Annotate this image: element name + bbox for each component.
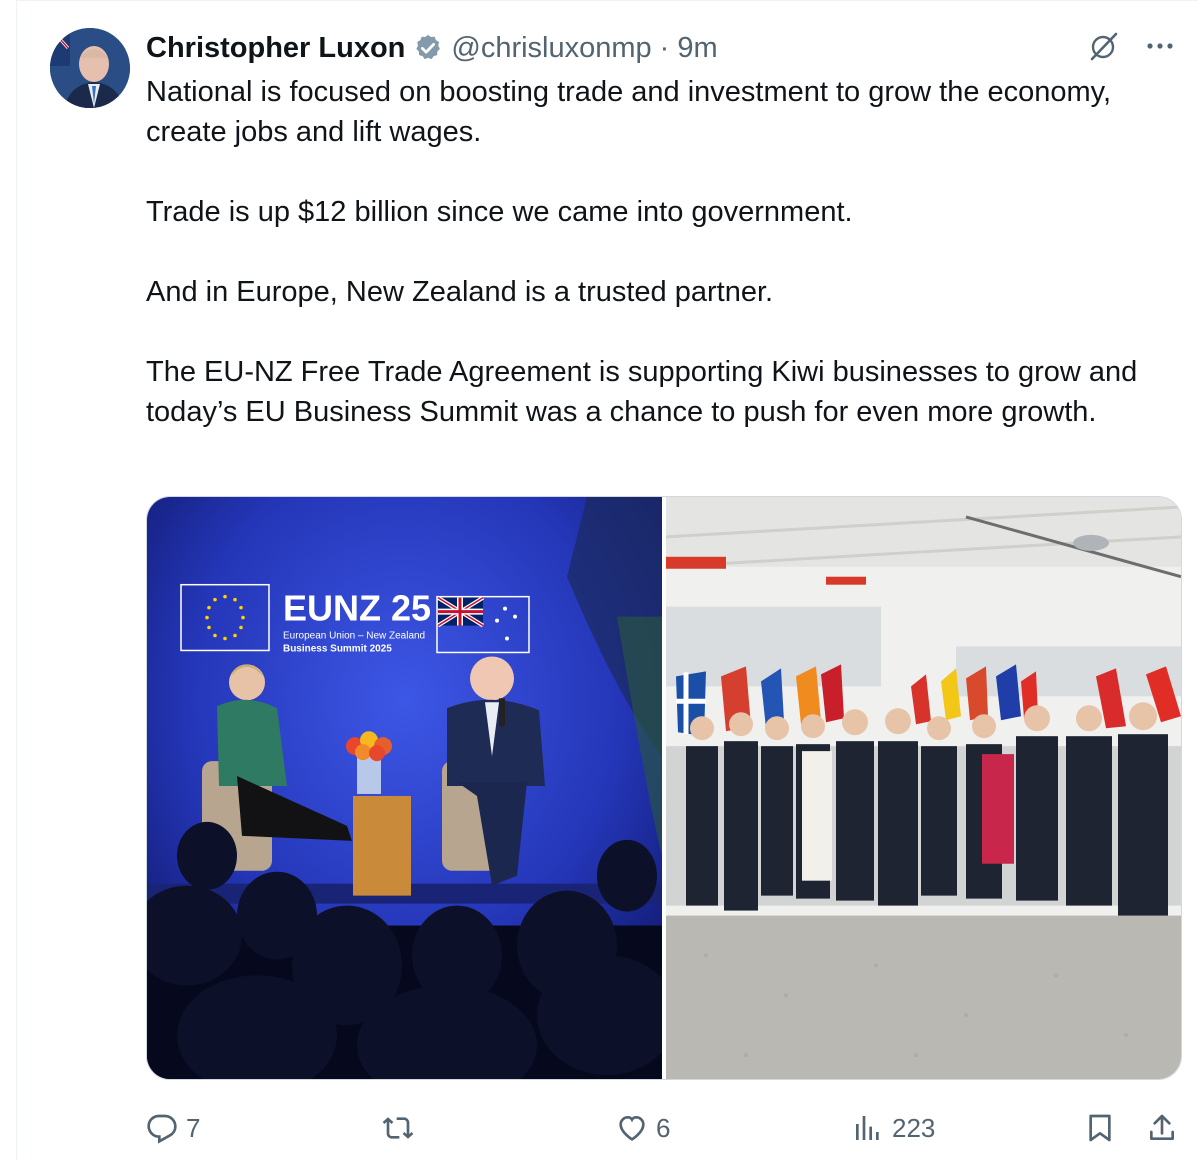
- retweet-icon: [382, 1117, 414, 1139]
- more-options-icon[interactable]: [1144, 30, 1176, 62]
- banner-subtitle-1: European Union – New Zealand: [283, 631, 425, 642]
- reply-icon: [147, 1114, 177, 1144]
- reply-button[interactable]: 7: [146, 1112, 200, 1144]
- tweet-top-actions: [1088, 30, 1176, 62]
- separator-dot: ·: [659, 31, 670, 64]
- retweet-button[interactable]: [382, 1112, 422, 1144]
- tweet-text: National is focused on boosting trade an…: [146, 76, 1138, 428]
- heart-icon: [619, 1115, 645, 1141]
- share-icon: [1150, 1114, 1174, 1140]
- avatar[interactable]: [50, 28, 130, 108]
- verified-badge-icon[interactable]: [413, 33, 443, 63]
- banner-title: EUNZ 25: [283, 588, 431, 629]
- banner-subtitle-2: Business Summit 2025: [283, 643, 392, 654]
- grok-icon[interactable]: [1088, 30, 1120, 62]
- tweet-actions: 7 6 223: [146, 1104, 1182, 1152]
- bookmark-button[interactable]: [1084, 1112, 1116, 1144]
- tweet-header: Christopher Luxon @chrisluxonmp · 9m: [146, 28, 718, 68]
- reply-count: 7: [186, 1112, 201, 1143]
- author-handle[interactable]: @chrisluxonmp: [451, 32, 651, 65]
- tweet-media[interactable]: EUNZ 25 European Union – New Zealand Bus…: [146, 496, 1182, 1080]
- share-button[interactable]: [1146, 1112, 1178, 1144]
- like-button[interactable]: 6: [616, 1112, 670, 1144]
- author-name[interactable]: Christopher Luxon: [146, 32, 405, 65]
- like-count: 6: [656, 1112, 671, 1143]
- photo-group-flags[interactable]: [666, 497, 1181, 1079]
- views-button[interactable]: 223: [852, 1112, 935, 1144]
- timestamp[interactable]: 9m: [677, 32, 717, 65]
- view-count: 223: [892, 1112, 936, 1143]
- photo-summit-stage[interactable]: EUNZ 25 European Union – New Zealand Bus…: [147, 497, 662, 1079]
- views-icon: [856, 1116, 879, 1140]
- bookmark-icon: [1089, 1114, 1111, 1142]
